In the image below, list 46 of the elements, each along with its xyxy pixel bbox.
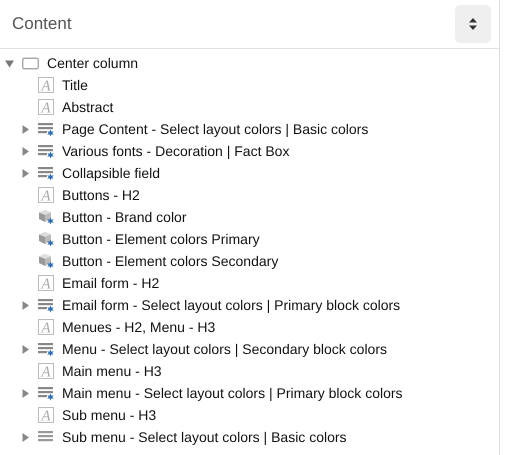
letter-icon: A [38,77,54,93]
letter-icon: A [38,363,54,379]
sort-button[interactable] [455,5,491,43]
letter-icon: A [38,319,54,335]
block-icon [38,165,54,181]
block-icon [38,385,54,401]
cube-icon [38,253,54,269]
expand-arrow-icon[interactable] [21,300,30,310]
tree-item[interactable]: Main menu - H3 [62,363,162,379]
tree-item[interactable]: Menu - Select layout colors | Secondary block colors [62,341,388,357]
tree-item[interactable]: Sub menu - H3 [62,407,156,423]
expand-arrow-icon[interactable] [21,388,30,398]
block-icon [38,297,54,313]
tree-item[interactable]: Menues - H2, Menu - H3 [62,319,216,335]
collapse-arrow-icon[interactable] [5,58,14,68]
cube-icon [38,231,54,247]
tree-item[interactable]: Button - Element colors Secondary [62,253,278,269]
cube-icon [38,209,54,225]
tree-item[interactable]: Collapsible field [62,165,160,181]
tree-item[interactable]: Button - Element colors Primary [62,231,260,247]
tree-item[interactable]: Sub menu - Select layout colors | Basic colors [62,429,347,445]
block-icon [38,341,54,357]
expand-arrow-icon[interactable] [21,344,30,354]
tree-item[interactable]: Email form - H2 [62,275,160,291]
expand-arrow-icon[interactable] [21,432,30,442]
letter-icon: A [38,275,54,291]
tree-item[interactable]: Title [62,77,88,93]
expand-arrow-icon[interactable] [21,146,30,156]
tree-item[interactable]: Abstract [62,99,114,115]
tree-item[interactable]: Page Content - Select layout colors | Basic colors [62,121,368,137]
panel-title: Content [12,14,72,34]
tree-item[interactable]: Button - Brand color [62,209,187,225]
tree-item[interactable]: Center column [47,55,138,71]
block-icon [38,121,54,137]
letter-icon: A [38,99,54,115]
frame-icon [22,56,39,70]
expand-arrow-icon[interactable] [21,168,30,178]
expand-arrow-icon[interactable] [21,124,30,134]
sort-icon [468,17,478,31]
tree-item[interactable]: Buttons - H2 [62,187,140,203]
tree-item[interactable]: Various fonts - Decoration | Fact Box [62,143,290,159]
tree-item[interactable]: Main menu - Select layout colors | Primary block colors [62,385,403,401]
block-icon [38,143,54,159]
tree-item[interactable]: Email form - Select layout colors | Primary block colors [62,297,400,313]
letter-icon: A [38,407,54,423]
letter-icon: A [38,187,54,203]
